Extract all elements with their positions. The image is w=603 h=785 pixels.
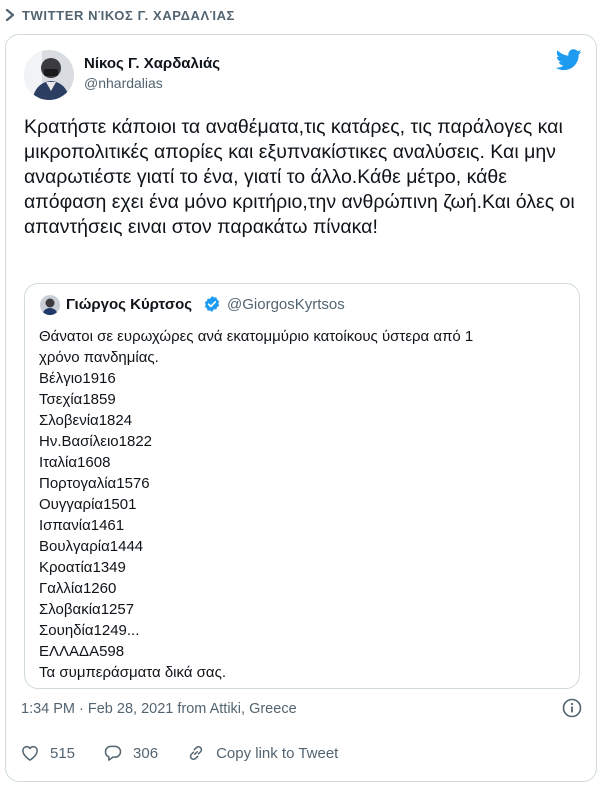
reply-button[interactable]: 306: [103, 743, 158, 763]
quoted-line: Πορτογαλία1576: [39, 475, 150, 492]
quoted-line: Ισπανία1461: [39, 517, 125, 534]
copy-link-button[interactable]: Copy link to Tweet: [186, 743, 338, 763]
tweet-actions: 515 306 Copy link to Tweet: [20, 741, 366, 765]
quoted-line: Ιταλία1608: [39, 454, 111, 471]
author-name[interactable]: Νίκος Γ. Χαρδαλιάς: [84, 55, 220, 72]
author-avatar[interactable]: [24, 50, 74, 100]
quoted-line: Γαλλία1260: [39, 580, 117, 597]
quoted-line: Ουγγαρία1501: [39, 496, 137, 513]
tweet-card: Νίκος Γ. Χαρδαλιάς @nhardalias Κρατήστε …: [5, 34, 597, 782]
quoted-line: Σλοβακία1257: [39, 601, 135, 618]
quoted-line: Σουηδία1249...: [39, 622, 140, 639]
like-count: 515: [50, 744, 76, 762]
reply-count: 306: [133, 744, 159, 762]
quoted-line: Κροατία1349: [39, 559, 126, 576]
quoted-line: Βέλγιο1916: [39, 370, 116, 387]
quoted-tweet-text: Θάνατοι σε ευρωχώρες ανά εκατομμύριο κατ…: [39, 326, 569, 683]
like-button[interactable]: 515: [20, 743, 75, 763]
verified-badge-icon: [204, 296, 220, 312]
heart-icon: [22, 745, 38, 761]
quoted-line: χρόνο πανδημίας.: [39, 349, 159, 366]
author-handle[interactable]: @nhardalias: [84, 75, 163, 91]
quoted-author-name[interactable]: Γιώργος Κύρτσος: [66, 296, 192, 313]
quoted-tweet[interactable]: Γιώργος Κύρτσος @GiorgosKyrtsos Θάνατοι …: [24, 283, 580, 689]
quoted-author-avatar[interactable]: [40, 295, 60, 315]
info-icon[interactable]: [562, 698, 582, 718]
quoted-line: Βουλγαρία1444: [39, 538, 144, 555]
quoted-line: Θάνατοι σε ευρωχώρες ανά εκατομμύριο κατ…: [39, 328, 474, 345]
quoted-line: Σλοβενία1824: [39, 412, 133, 429]
tweet-timestamp[interactable]: 1:34 PM · Feb 28, 2021 from Attiki, Gree…: [21, 701, 297, 717]
twitter-bird-icon[interactable]: [556, 49, 582, 71]
tweet-text: Κρατήστε κάποιοι τα αναθέματα,τις κατάρε…: [24, 116, 575, 238]
embed-header: TWITTER ΝΊΚΟΣ Γ. ΧΑΡΔΑΛΊΑΣ: [4, 6, 235, 24]
quoted-line: Τσεχία1859: [39, 391, 116, 408]
quoted-line: ΕΛΛΑΔΑ598: [39, 643, 125, 660]
quoted-line: Τα συμπεράσματα δικά σας.: [39, 664, 226, 681]
copy-link-label: Copy link to Tweet: [216, 744, 339, 762]
reply-icon: [104, 745, 122, 761]
quoted-line: Ην.Βασίλειο1822: [39, 433, 152, 450]
embed-header-label: TWITTER ΝΊΚΟΣ Γ. ΧΑΡΔΑΛΊΑΣ: [22, 7, 235, 23]
link-icon: [189, 745, 203, 761]
chevron-right-icon: [5, 9, 15, 21]
quoted-author-handle[interactable]: @GiorgosKyrtsos: [227, 296, 345, 313]
